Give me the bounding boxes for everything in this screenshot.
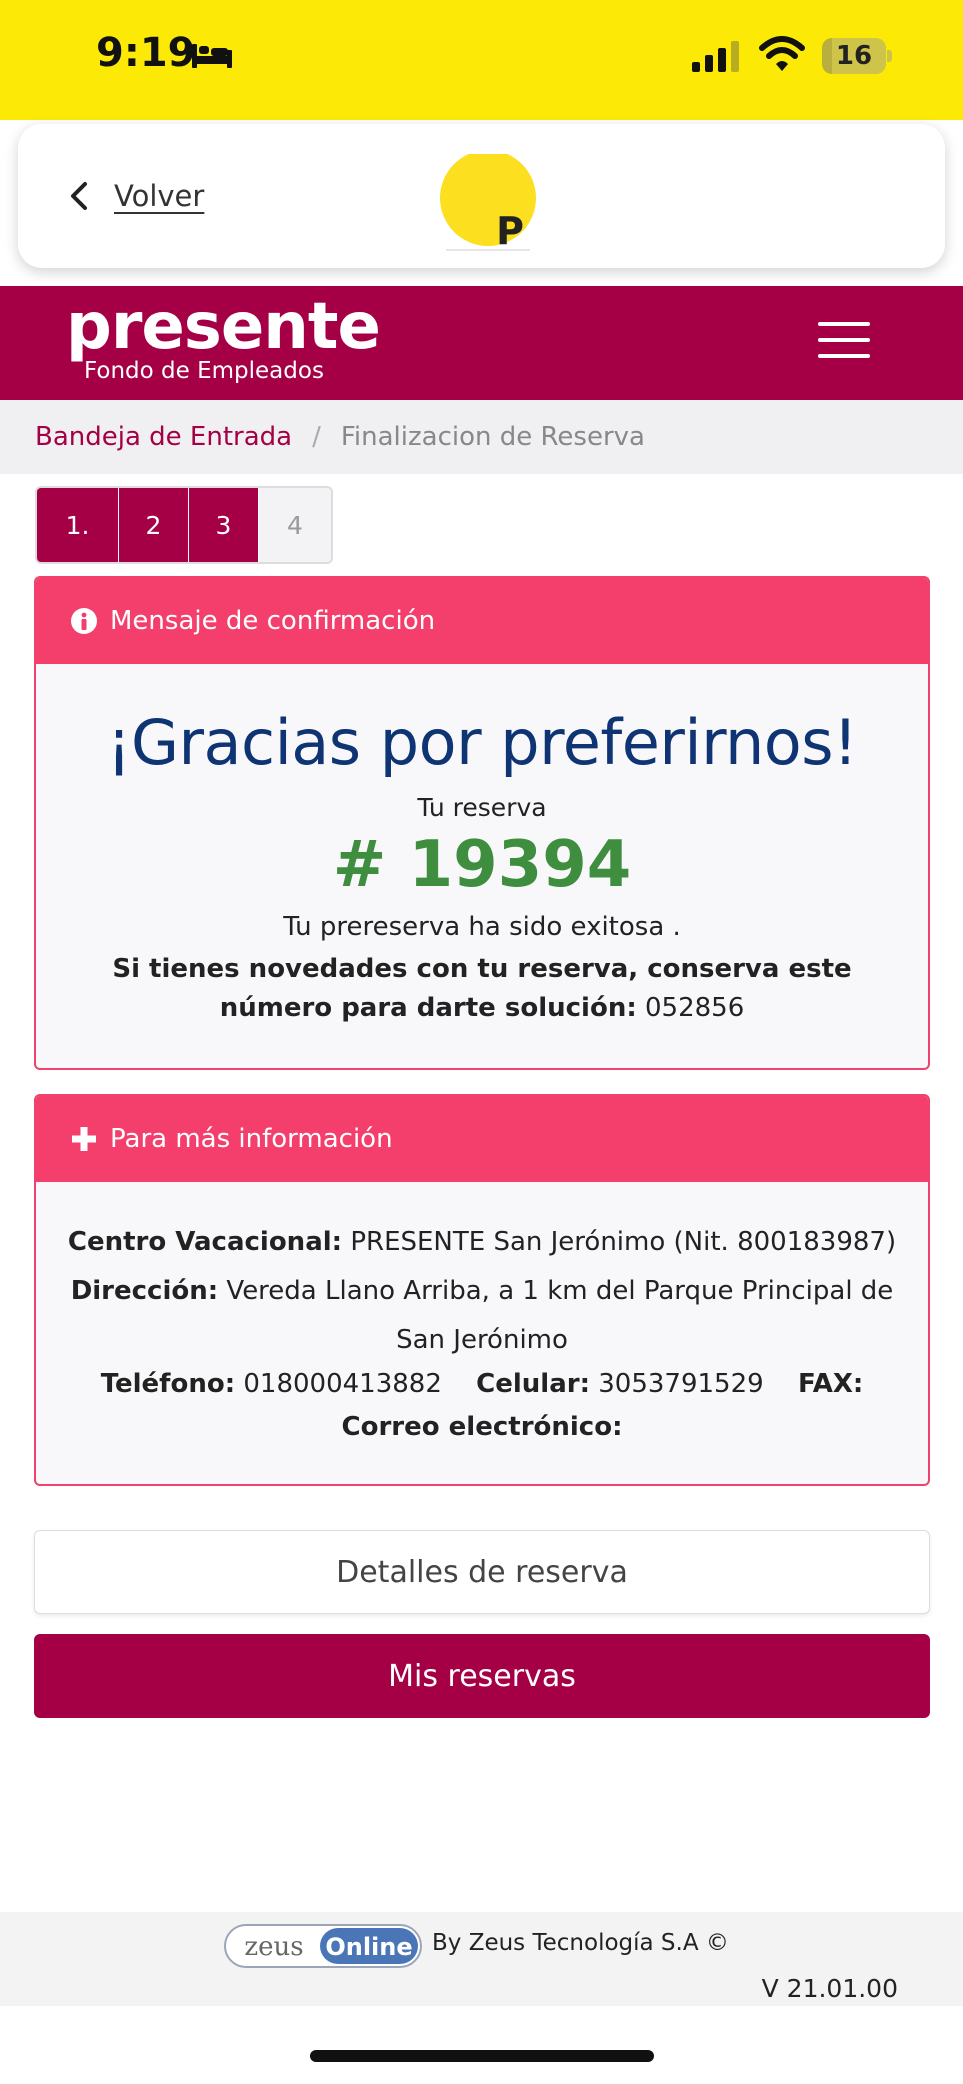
- keep-number-message: Si tienes novedades con tu reserva, cons…: [72, 950, 892, 1028]
- address-value: Vereda Llano Arriba, a 1 km del Parque P…: [226, 1276, 894, 1355]
- breadcrumb-home-link[interactable]: Bandeja de Entrada: [35, 422, 292, 452]
- status-bar: 9:19 16: [0, 0, 963, 120]
- confirmation-panel-header: Mensaje de confirmación: [36, 578, 928, 664]
- mobile-value: 3053791529: [598, 1369, 764, 1399]
- more-info-header-label: Para más información: [110, 1124, 393, 1154]
- back-button[interactable]: Volver: [68, 172, 204, 220]
- step-1[interactable]: 1.: [37, 488, 119, 562]
- center-label: Centro Vacacional:: [67, 1227, 343, 1257]
- reservation-number: # 19394: [332, 828, 632, 902]
- prereservation-success-text: Tu prereserva ha sido exitosa .: [283, 912, 681, 942]
- step-3[interactable]: 3: [189, 488, 259, 562]
- confirmation-header-label: Mensaje de confirmación: [110, 606, 436, 636]
- battery-level: 16: [835, 41, 873, 71]
- info-icon: [71, 608, 97, 634]
- home-indicator[interactable]: [310, 2050, 654, 2062]
- breadcrumb: Bandeja de Entrada / Finalizacion de Res…: [0, 400, 963, 474]
- step-2[interactable]: 2: [119, 488, 189, 562]
- app-version: V 21.01.00: [761, 1974, 898, 2003]
- online-logo-text: Online: [325, 1933, 412, 1961]
- phone-value: 018000413882: [243, 1369, 442, 1399]
- address-line: Dirección: Vereda Llano Arriba, a 1 km d…: [36, 1267, 928, 1365]
- center-value: PRESENTE San Jerónimo (Nit. 800183987): [350, 1227, 897, 1257]
- address-label: Dirección:: [70, 1276, 219, 1306]
- hamburger-menu-icon[interactable]: [818, 322, 870, 362]
- logo-letter: P: [496, 209, 524, 253]
- email-line: Correo electrónico:: [36, 1403, 928, 1452]
- brand-subtitle: Fondo de Empleados: [84, 358, 324, 384]
- phone-label: Teléfono:: [100, 1369, 236, 1399]
- center-line: Centro Vacacional: PRESENTE San Jerónimo…: [36, 1218, 928, 1267]
- fax-label: FAX:: [797, 1369, 864, 1399]
- presente-app-logo: P: [428, 154, 548, 254]
- zeus-online-logo: zeus Online: [224, 1924, 422, 1968]
- brand-name: presente: [66, 290, 381, 364]
- battery-indicator: 16: [822, 38, 892, 74]
- thanks-heading: ¡Gracias por preferirnos!: [106, 706, 858, 779]
- bed-icon: [192, 44, 232, 68]
- back-label: Volver: [114, 179, 205, 213]
- brand-header: presente Fondo de Empleados: [0, 286, 963, 400]
- reservation-label: Tu reserva: [417, 793, 547, 822]
- my-reservations-button[interactable]: Mis reservas: [34, 1634, 930, 1718]
- solution-code: 052856: [645, 993, 745, 1023]
- more-info-panel-header: Para más información: [36, 1096, 928, 1182]
- more-info-panel: Para más información Centro Vacacional: …: [34, 1094, 930, 1486]
- chevron-left-icon: [71, 182, 87, 210]
- wifi-icon: [759, 36, 805, 71]
- cell-signal-icon: [692, 41, 739, 72]
- step-indicator: 1. 2 3 4: [35, 486, 333, 564]
- footer: zeus Online By Zeus Tecnología S.A © V 2…: [0, 1912, 963, 2006]
- contact-line: Teléfono: 018000413882 Celular: 30537915…: [36, 1365, 928, 1403]
- breadcrumb-separator: /: [312, 422, 321, 452]
- reservation-details-button[interactable]: Detalles de reserva: [34, 1530, 930, 1614]
- top-nav-card: Volver P: [18, 124, 945, 268]
- footer-copyright: By Zeus Tecnología S.A ©: [432, 1930, 729, 1956]
- email-label: Correo electrónico:: [341, 1412, 623, 1442]
- confirmation-panel: Mensaje de confirmación ¡Gracias por pre…: [34, 576, 930, 1070]
- plus-icon: [72, 1127, 96, 1151]
- breadcrumb-current: Finalizacion de Reserva: [340, 422, 645, 452]
- status-time: 9:19: [96, 30, 196, 76]
- mobile-label: Celular:: [476, 1369, 590, 1399]
- step-4[interactable]: 4: [259, 488, 331, 562]
- zeus-logo-text: zeus: [244, 1932, 303, 1962]
